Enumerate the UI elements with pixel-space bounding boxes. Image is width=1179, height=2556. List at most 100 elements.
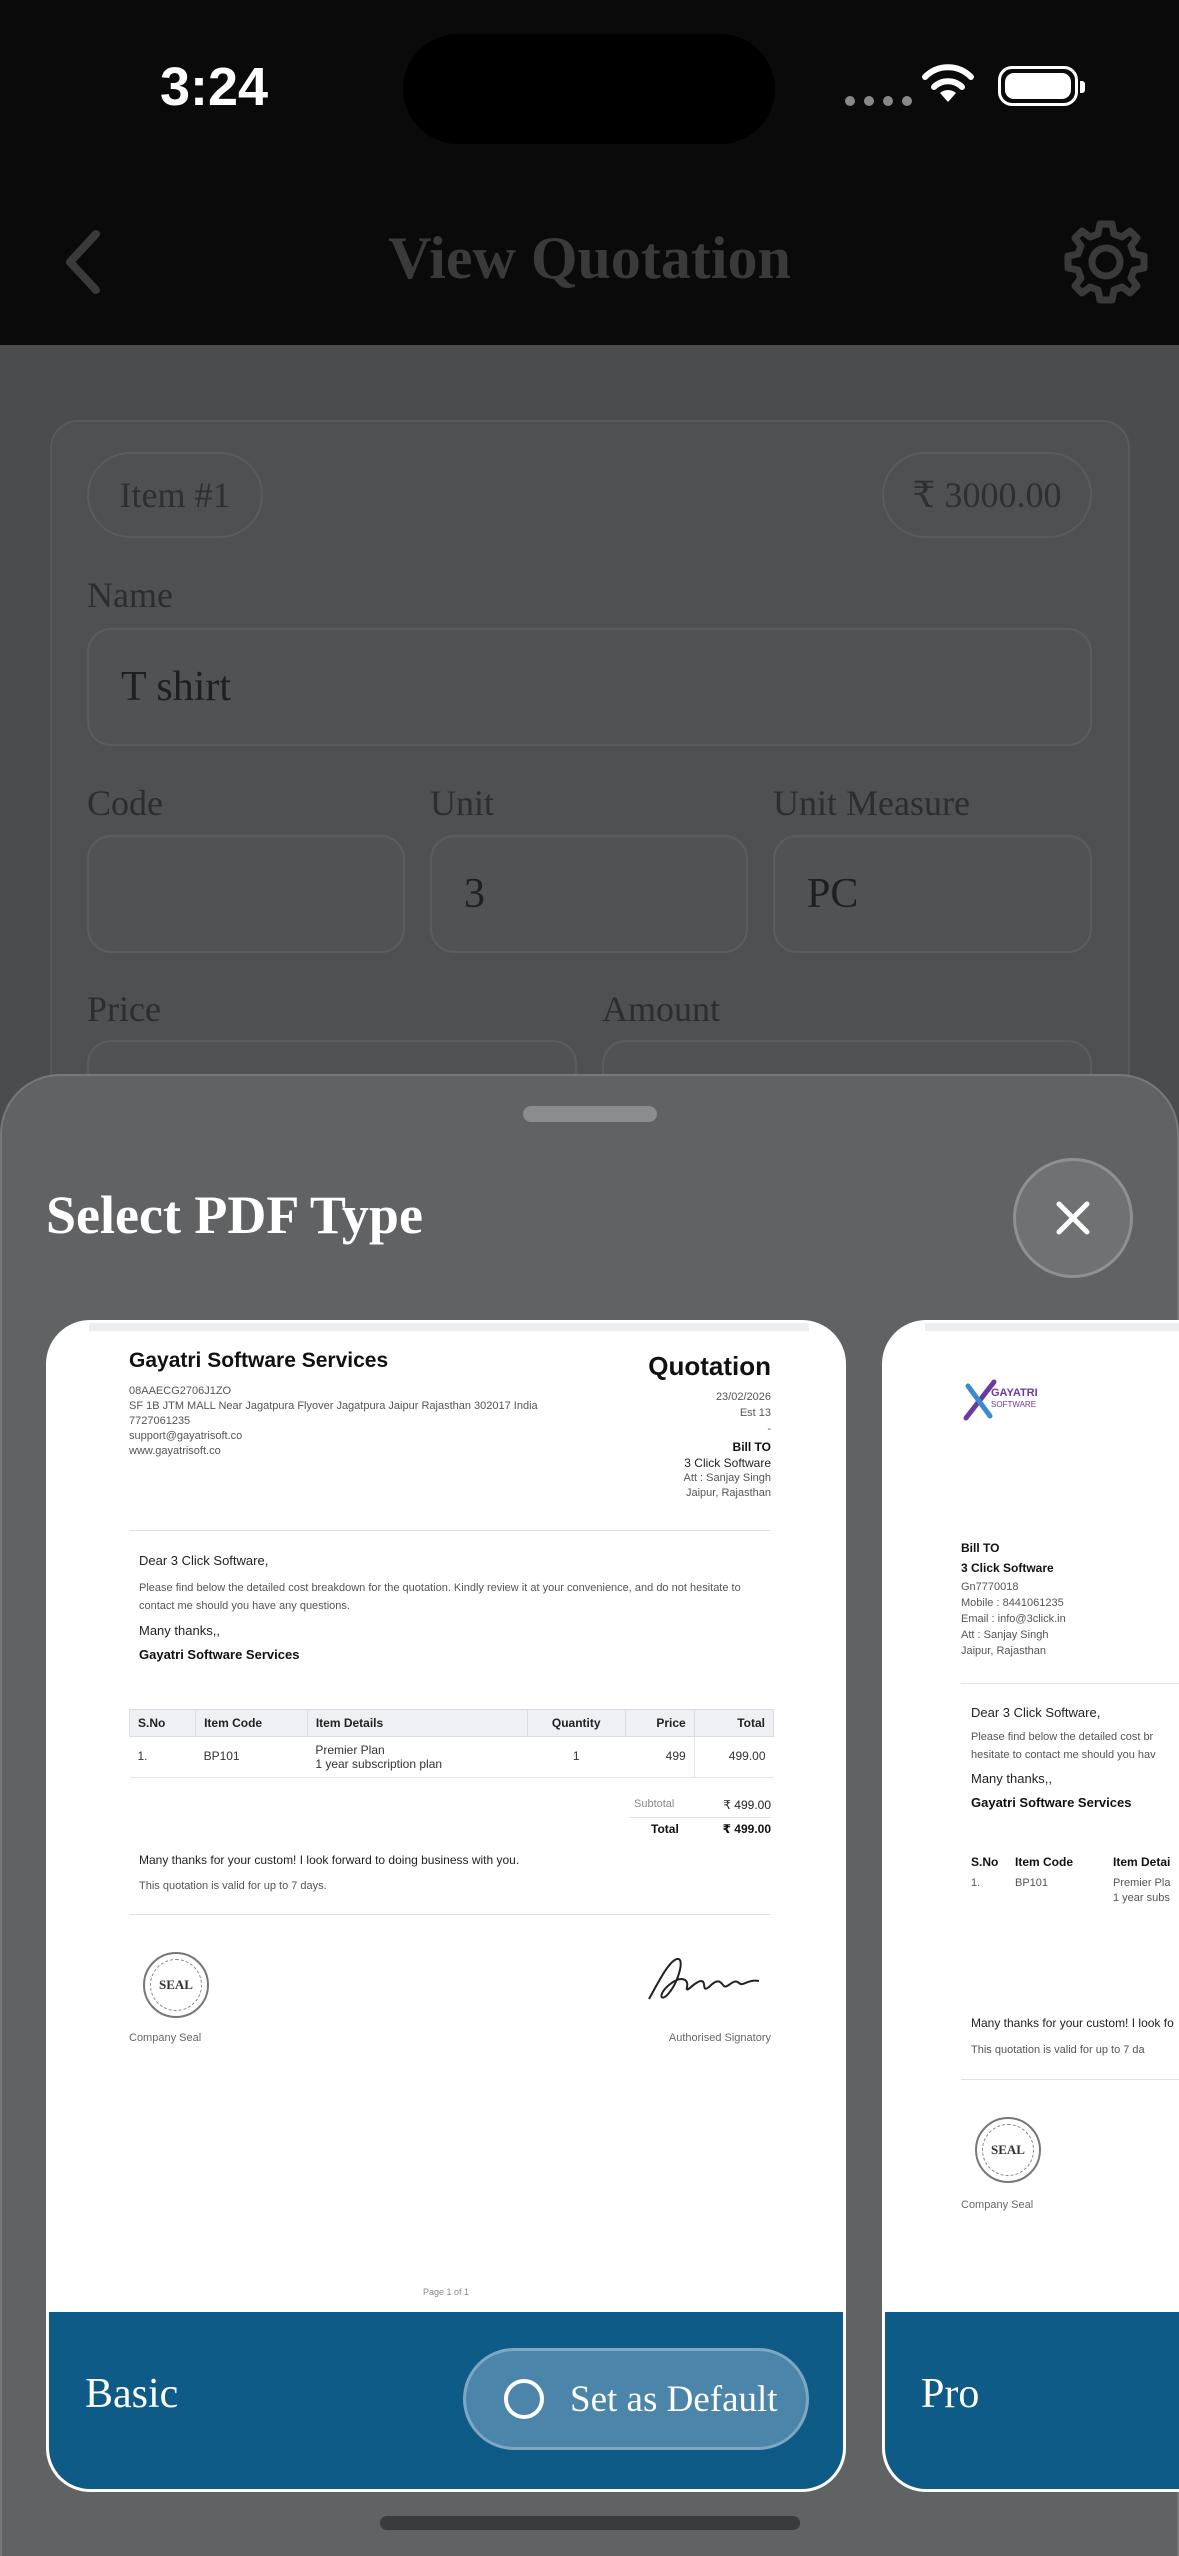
item-number-badge: Item #1 (87, 452, 263, 538)
pro-td-details-2: 1 year subs (1113, 1892, 1170, 1904)
doc-attn: Att : Sanjay Singh (683, 1472, 771, 1484)
pro-closing: Many thanks for your custom! I look fo (971, 2016, 1174, 2030)
pdf-card-basic[interactable]: Gayatri Software Services 08AAECG2706J1Z… (46, 1320, 846, 2492)
pdf-preview-basic: Gayatri Software Services 08AAECG2706J1Z… (49, 1323, 843, 2318)
unit-field[interactable]: 3 (430, 835, 748, 953)
seal-text: SEAL (150, 1959, 202, 2011)
close-button[interactable] (1013, 1158, 1133, 1278)
pro-th-code: Item Code (1015, 1855, 1074, 1869)
doc-divider-2 (129, 1914, 771, 1915)
pro-mobile: Mobile : 8441061235 (961, 1597, 1064, 1609)
pro-td-code: BP101 (1015, 1877, 1049, 1889)
pdf-card-footer-basic: Basic Set as Default (49, 2312, 843, 2489)
name-field[interactable]: T shirt (87, 628, 1092, 746)
pdf-type-name-pro: Pro (921, 2371, 980, 2417)
td-details-line1: Premier Plan (315, 1743, 385, 1757)
signature-image (648, 1958, 760, 2000)
table-row: 1. BP101 Premier Plan 1 year subscription… (129, 1736, 774, 1778)
page-title: View Quotation (388, 225, 791, 291)
pro-th-details: Item Detai (1113, 1855, 1171, 1869)
th-total: Total (693, 1709, 775, 1737)
battery-icon (998, 66, 1085, 106)
item-total-badge: ₹ 3000.00 (882, 452, 1092, 538)
doc-total: ₹ 499.00 (722, 1822, 771, 1836)
wifi-icon (922, 64, 974, 102)
pro-intro-1: Please find below the detailed cost br (971, 1731, 1154, 1743)
pdf-type-name-basic: Basic (85, 2371, 179, 2417)
pdf-card-footer-pro: Pro (885, 2312, 1179, 2489)
td-details-line2: 1 year subscription plan (315, 1757, 443, 1771)
pro-bill-to-name: 3 Click Software (961, 1561, 1054, 1575)
pro-email: Email : info@3click.in (961, 1613, 1066, 1625)
gear-icon[interactable] (1062, 218, 1150, 306)
doc-table-header: S.No Item Code Item Details Quantity Pri… (128, 1709, 775, 1737)
doc-dash: - (767, 1423, 771, 1435)
doc-total-label: Total (651, 1822, 679, 1836)
doc-greeting: Dear 3 Click Software, (139, 1553, 269, 1568)
sheet-drag-handle[interactable] (523, 1106, 657, 1122)
doc-location: Jaipur, Rajasthan (686, 1487, 771, 1499)
set-as-default-label: Set as Default (570, 2378, 778, 2420)
status-bar: 3:24 (0, 0, 1179, 175)
doc-closing: Many thanks for your custom! I look forw… (139, 1853, 520, 1867)
company-seal-icon-pro: SEAL (975, 2117, 1041, 2183)
pro-bill-to-label: Bill TO (961, 1541, 1000, 1555)
code-label: Code (87, 783, 163, 823)
name-label: Name (87, 575, 173, 615)
pro-seal-text: SEAL (982, 2124, 1034, 2176)
doc-subtotal-label: Subtotal (634, 1798, 675, 1810)
dynamic-island (403, 34, 775, 144)
pro-gst: Gn7770018 (961, 1581, 1019, 1593)
doc-title: Quotation (648, 1351, 771, 1381)
doc-validity: This quotation is valid for up to 7 days… (139, 1880, 327, 1892)
company-seal-icon: SEAL (143, 1952, 209, 2018)
doc-intro: Please find below the detailed cost brea… (139, 1582, 741, 1612)
th-price: Price (624, 1709, 695, 1737)
doc-thanks: Many thanks,, (139, 1623, 220, 1638)
doc-signoff: Gayatri Software Services (139, 1647, 300, 1662)
th-sno: S.No (128, 1709, 197, 1737)
td-sno: 1. (129, 1736, 196, 1778)
unit-measure-field[interactable]: PC (773, 835, 1092, 953)
th-code: Item Code (195, 1709, 308, 1737)
pro-signoff: Gayatri Software Services (971, 1795, 1132, 1810)
code-field[interactable] (87, 835, 405, 953)
td-qty: 1 (527, 1736, 626, 1778)
price-label: Price (87, 989, 161, 1029)
doc-subtotal: ₹ 499.00 (723, 1798, 771, 1812)
doc-subtotal-rule (629, 1817, 771, 1818)
pro-logo-text: GAYATRI (991, 1387, 1038, 1399)
doc-est: Est 13 (739, 1407, 771, 1419)
doc-seal-label: Company Seal (129, 2032, 202, 2044)
home-indicator[interactable] (380, 2516, 800, 2530)
doc-phone: 7727061235 (129, 1415, 191, 1427)
doc-bill-to-name: 3 Click Software (684, 1456, 771, 1470)
close-icon (1056, 1201, 1090, 1235)
pro-attn: Att : Sanjay Singh (961, 1629, 1049, 1641)
th-qty: Quantity (526, 1709, 626, 1737)
th-details: Item Details (306, 1709, 528, 1737)
radio-unchecked-icon (504, 2379, 544, 2419)
pdf-preview-pro: GAYATRI SOFTWARE Bill TO 3 Click Softwar… (885, 1323, 1179, 2318)
pro-intro-2: hesitate to contact me should you hav (971, 1749, 1156, 1761)
set-as-default-button[interactable]: Set as Default (463, 2348, 809, 2450)
td-total: 499.00 (693, 1736, 774, 1778)
pro-location: Jaipur, Rajasthan (961, 1645, 1046, 1657)
pdf-card-pro[interactable]: GAYATRI SOFTWARE Bill TO 3 Click Softwar… (882, 1320, 1179, 2492)
unit-label: Unit (430, 783, 495, 823)
sheet-title: Select PDF Type (46, 1185, 423, 1245)
cellular-signal-icon (845, 96, 912, 106)
unit-measure-label: Unit Measure (773, 783, 970, 823)
pro-thanks: Many thanks,, (971, 1771, 1052, 1786)
doc-page-number: Page 1 of 1 (422, 2287, 470, 2297)
status-time: 3:24 (160, 57, 269, 117)
doc-email: support@gayatrisoft.co (129, 1430, 243, 1442)
pro-td-sno: 1. (971, 1877, 981, 1889)
doc-bill-to-label: Bill TO (732, 1440, 771, 1454)
pro-logo-sub: SOFTWARE (991, 1400, 1037, 1409)
doc-website: www.gayatrisoft.co (129, 1445, 221, 1457)
pro-validity: This quotation is valid for up to 7 da (971, 2044, 1145, 2056)
amount-label: Amount (602, 989, 721, 1029)
td-price: 499 (625, 1736, 695, 1778)
doc-gst: 08AAECG2706J1ZO (129, 1385, 232, 1397)
